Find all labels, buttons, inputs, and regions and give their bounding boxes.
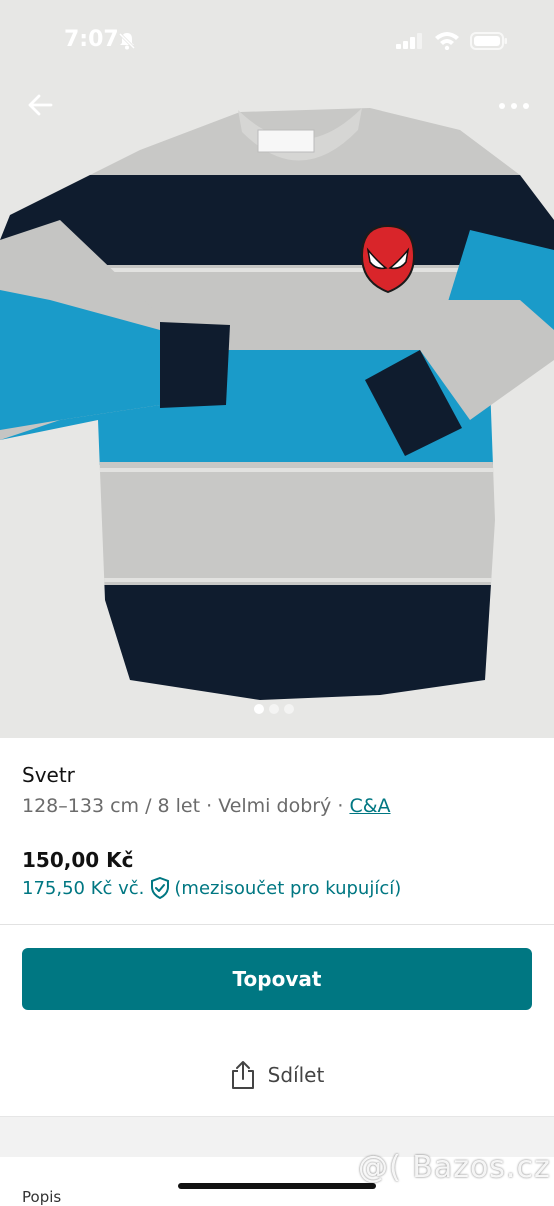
arrow-left-icon (28, 94, 53, 116)
share-button[interactable]: Sdílet (0, 1042, 554, 1108)
item-size: 128–133 cm / 8 let (22, 795, 201, 817)
share-label: Sdílet (267, 1063, 325, 1087)
gallery-dot[interactable] (254, 704, 264, 714)
item-title: Svetr (22, 763, 75, 787)
home-indicator[interactable] (178, 1183, 376, 1189)
brand-link[interactable]: C&A (349, 795, 390, 817)
gallery-dot[interactable] (284, 704, 294, 714)
status-bar: 7:07 (0, 0, 554, 80)
share-icon (231, 1061, 254, 1089)
item-price: 150,00 Kč (22, 848, 134, 872)
gallery-pagination (254, 704, 294, 714)
buyer-protection-price[interactable]: 175,50 Kč vč. (mezisoučet pro kupující) (22, 877, 401, 899)
divider (0, 924, 554, 925)
sweater-image (0, 0, 554, 738)
product-photo[interactable]: 7:07 (0, 0, 554, 738)
item-condition: Velmi dobrý (218, 795, 332, 817)
more-options-button[interactable] (494, 92, 534, 120)
separator: · (331, 795, 350, 817)
wifi-icon (435, 32, 459, 50)
battery-icon (470, 32, 507, 50)
back-button[interactable] (22, 88, 58, 122)
gallery-dot[interactable] (269, 704, 279, 714)
more-dots-icon (499, 103, 529, 109)
item-attributes: 128–133 cm / 8 let · Velmi dobrý · C&A (22, 795, 391, 817)
watermark: @( Bazos.cz (358, 1150, 551, 1185)
promote-button[interactable]: Topovat (22, 948, 532, 1010)
fee-note: (mezisoučet pro kupující) (174, 877, 402, 899)
status-time: 7:07 (64, 27, 119, 52)
separator: · (200, 795, 219, 817)
cellular-signal-icon (396, 33, 422, 49)
description-label: Popis (22, 1188, 62, 1206)
bell-muted-icon (118, 32, 136, 50)
price-with-fee: 175,50 Kč vč. (22, 877, 145, 899)
shield-check-icon (151, 877, 170, 899)
